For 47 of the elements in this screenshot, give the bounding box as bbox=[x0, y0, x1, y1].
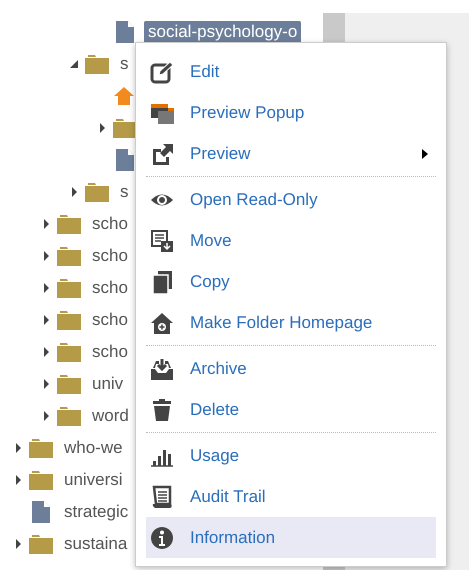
folder-icon bbox=[56, 309, 82, 331]
folder-icon bbox=[56, 277, 82, 299]
menu-item[interactable]: Copy bbox=[146, 261, 436, 302]
menu-item[interactable]: Move bbox=[146, 220, 436, 261]
folder-icon bbox=[56, 373, 82, 395]
menu-item[interactable]: Open Read-Only bbox=[146, 179, 436, 220]
folder-icon bbox=[56, 405, 82, 427]
tree-item-label[interactable]: scho bbox=[88, 309, 132, 331]
tree-item-label[interactable]: universi bbox=[60, 469, 127, 491]
menu-item[interactable]: Delete bbox=[146, 389, 436, 430]
folder-icon bbox=[84, 181, 110, 203]
external-link-icon bbox=[150, 142, 174, 166]
menu-item[interactable]: Archive bbox=[146, 348, 436, 389]
tree-item-label[interactable]: univ bbox=[88, 373, 128, 395]
menu-item[interactable]: Information bbox=[146, 517, 436, 558]
home-icon bbox=[150, 310, 174, 334]
tree-item-label[interactable]: scho bbox=[88, 245, 132, 267]
archive-icon bbox=[150, 356, 174, 380]
menu-item[interactable]: Edit bbox=[146, 51, 436, 92]
folder-icon bbox=[28, 469, 54, 491]
tree-item-label[interactable]: strategic bbox=[60, 501, 132, 523]
tree-item-label[interactable]: scho bbox=[88, 277, 132, 299]
tree-item-label[interactable]: word bbox=[88, 405, 133, 427]
tree-item-label[interactable]: who-we bbox=[60, 437, 127, 459]
tree-item-label[interactable]: scho bbox=[88, 213, 132, 235]
menu-item[interactable]: Audit Trail bbox=[146, 476, 436, 517]
trash-icon bbox=[150, 398, 174, 422]
folder-icon bbox=[112, 117, 138, 139]
folder-icon bbox=[28, 437, 54, 459]
tree-item-label[interactable]: s bbox=[116, 181, 132, 203]
edit-icon bbox=[150, 60, 174, 84]
menu-item[interactable]: Make Folder Homepage bbox=[146, 302, 436, 343]
folder-icon bbox=[56, 245, 82, 267]
menu-item[interactable]: Preview bbox=[146, 133, 436, 174]
tree-item-label[interactable]: sustaina bbox=[60, 533, 132, 555]
folder-icon bbox=[28, 533, 54, 555]
tree-item-label[interactable]: social-psychology-o bbox=[144, 21, 302, 43]
folder-icon bbox=[56, 341, 82, 363]
scroll-icon bbox=[150, 484, 174, 508]
menu-item[interactable]: Preview Popup bbox=[146, 92, 436, 133]
folder-icon bbox=[84, 53, 110, 75]
tree-item-label[interactable]: scho bbox=[88, 341, 132, 363]
folder-icon bbox=[56, 213, 82, 235]
info-icon bbox=[150, 526, 174, 550]
menu-item[interactable]: Usage bbox=[146, 435, 436, 476]
move-icon bbox=[150, 228, 174, 252]
tree-item-label[interactable]: s bbox=[116, 53, 132, 75]
